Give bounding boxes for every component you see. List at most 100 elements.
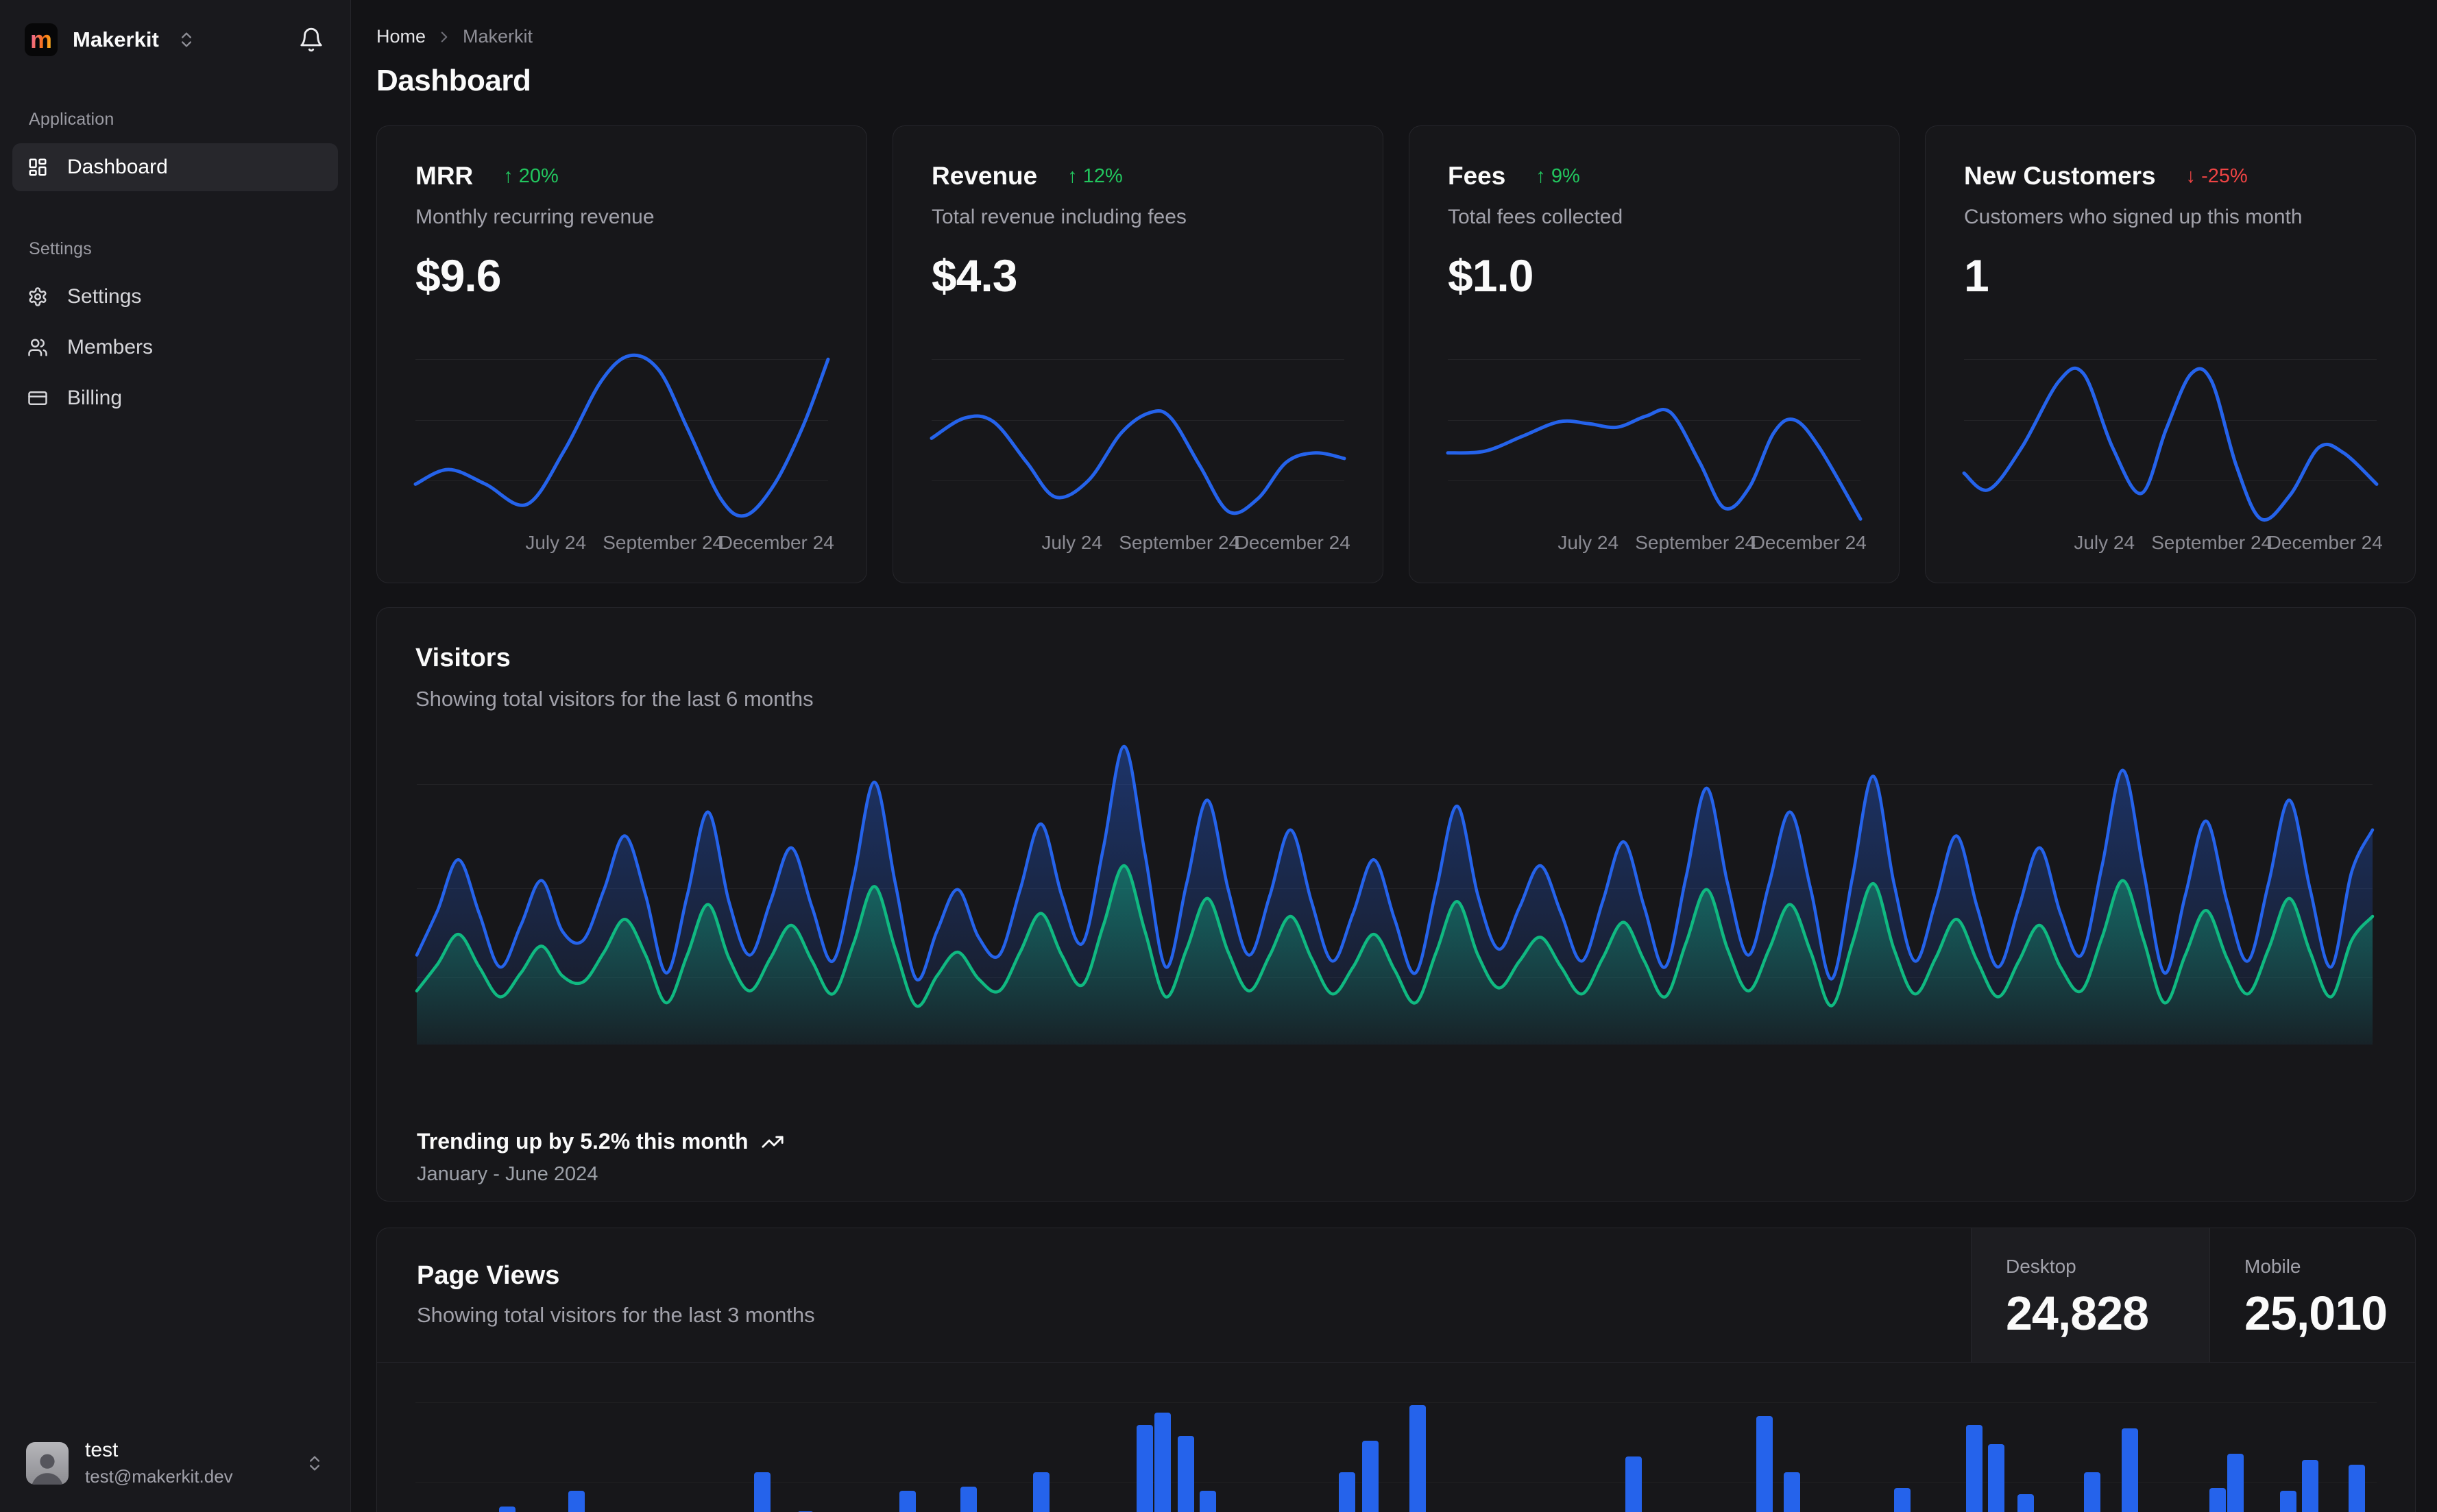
bar xyxy=(499,1507,516,1512)
bar xyxy=(1625,1456,1642,1512)
breadcrumb-current: Makerkit xyxy=(463,26,533,47)
bar xyxy=(1784,1472,1800,1512)
chevrons-up-down-icon[interactable] xyxy=(177,30,196,49)
bar xyxy=(2017,1494,2034,1512)
page-title: Dashboard xyxy=(376,64,531,97)
stat-card-new-customers: New Customers ↓ -25% Customers who signed… xyxy=(1925,125,2416,583)
visitors-area-chart xyxy=(415,738,2375,1045)
x-axis-ticks: July 24 September 24 December 24 xyxy=(1557,532,1867,553)
stat-title: Revenue xyxy=(932,162,1038,190)
stat-card-revenue: Revenue ↑ 12% Total revenue including fee… xyxy=(893,125,1383,583)
page-views-panel: Page Views Showing total visitors for th… xyxy=(376,1228,2416,1512)
toggle-label: Desktop xyxy=(2006,1256,2076,1277)
x-axis-ticks: July 24 September 24 December 24 xyxy=(1041,532,1350,553)
stat-value: 1 xyxy=(1964,250,1989,301)
arrow-up-icon: ↑ xyxy=(503,164,513,187)
stat-description: Monthly recurring revenue xyxy=(415,206,655,228)
toggle-label: Mobile xyxy=(2244,1256,2301,1277)
trend-badge: ↑ 20% xyxy=(503,164,559,187)
sidebar-item-label: Dashboard xyxy=(67,156,168,178)
trend-badge: ↑ 9% xyxy=(1536,164,1580,187)
sidebar-section-settings: Settings xyxy=(29,239,92,258)
sidebar-item-label: Settings xyxy=(67,285,142,308)
trend-badge: ↓ -25% xyxy=(2185,164,2248,187)
user-info: test test@makerkit.dev xyxy=(85,1439,233,1487)
bar xyxy=(2302,1460,2318,1512)
bar xyxy=(2280,1491,2296,1512)
sidebar-section-application: Application xyxy=(29,110,114,129)
sidebar-item-members[interactable]: Members xyxy=(12,324,338,371)
visitors-subtitle: Showing total visitors for the last 6 mo… xyxy=(415,687,814,711)
makerkit-logo: m xyxy=(25,23,58,56)
workspace-selector-row: m Makerkit xyxy=(0,0,350,56)
stat-sparkline xyxy=(1446,337,1863,521)
stat-description: Total revenue including fees xyxy=(932,206,1187,228)
bar xyxy=(2122,1428,2138,1512)
bar xyxy=(2349,1465,2365,1512)
bar xyxy=(1339,1472,1355,1512)
stat-sparkline xyxy=(930,337,1346,521)
bar xyxy=(1178,1436,1194,1512)
x-axis-ticks: July 24 September 24 December 24 xyxy=(2074,532,2383,553)
chevron-right-icon xyxy=(435,28,453,46)
sidebar-item-dashboard[interactable]: Dashboard xyxy=(12,143,338,191)
arrow-down-icon: ↓ xyxy=(2185,164,2196,187)
bar xyxy=(754,1472,771,1512)
page-views-series-toggles: Desktop 24,828 Mobile 25,010 xyxy=(1971,1228,2415,1362)
stat-title: MRR xyxy=(415,162,474,190)
bar xyxy=(2084,1472,2100,1512)
user-email: test@makerkit.dev xyxy=(85,1466,233,1487)
sidebar-item-billing[interactable]: Billing xyxy=(12,374,338,422)
visitors-period: January - June 2024 xyxy=(417,1163,598,1185)
bar xyxy=(899,1491,916,1512)
page-views-subtitle: Showing total visitors for the last 3 mo… xyxy=(417,1303,815,1327)
dashboard-app: m Makerkit Application Dashboard Setting… xyxy=(0,0,2437,1512)
bar xyxy=(1966,1425,1983,1512)
bar xyxy=(1362,1441,1379,1512)
x-axis-ticks: July 24 September 24 December 24 xyxy=(525,532,834,553)
bar xyxy=(1988,1444,2004,1512)
toggle-value: 24,828 xyxy=(2006,1287,2149,1340)
bar xyxy=(1033,1472,1050,1512)
toggle-mobile[interactable]: Mobile 25,010 xyxy=(2209,1228,2415,1362)
toggle-desktop[interactable]: Desktop 24,828 xyxy=(1971,1228,2209,1362)
stat-card-mrr: MRR ↑ 20% Monthly recurring revenue $9.6 … xyxy=(376,125,867,583)
bar xyxy=(960,1487,977,1512)
stat-card-fees: Fees ↑ 9% Total fees collected $1.0 July … xyxy=(1409,125,1900,583)
bar xyxy=(1409,1405,1426,1512)
stat-sparkline xyxy=(413,337,830,521)
bar xyxy=(568,1491,585,1512)
bar xyxy=(2209,1488,2226,1512)
sidebar-item-label: Members xyxy=(67,336,154,358)
stat-title: New Customers xyxy=(1964,162,2156,190)
main-content: Home Makerkit Dashboard MRR ↑ 20% Monthly… xyxy=(352,0,2437,1512)
chevrons-up-down-icon xyxy=(305,1454,324,1473)
sidebar: m Makerkit Application Dashboard Setting… xyxy=(0,0,351,1512)
layout-dashboard-icon xyxy=(27,157,48,178)
sidebar-item-settings[interactable]: Settings xyxy=(12,273,338,321)
bar xyxy=(1154,1413,1171,1512)
visitors-trend: Trending up by 5.2% this month xyxy=(417,1129,784,1154)
bar xyxy=(1894,1488,1911,1512)
user-menu-trigger[interactable]: test test@makerkit.dev xyxy=(16,1432,334,1494)
page-views-bar-chart xyxy=(415,1362,2377,1512)
workspace-name[interactable]: Makerkit xyxy=(73,27,159,52)
bar xyxy=(1200,1491,1216,1512)
bar xyxy=(1137,1425,1153,1512)
visitors-panel: Visitors Showing total visitors for the … xyxy=(376,607,2416,1202)
notifications-bell-icon[interactable] xyxy=(298,27,324,53)
breadcrumb-home-link[interactable]: Home xyxy=(376,26,426,47)
gear-icon xyxy=(27,286,48,307)
user-name: test xyxy=(85,1439,119,1461)
stat-cards-row: MRR ↑ 20% Monthly recurring revenue $9.6 … xyxy=(376,125,2416,583)
arrow-up-icon: ↑ xyxy=(1067,164,1078,187)
trending-up-icon xyxy=(761,1130,784,1154)
breadcrumb: Home Makerkit xyxy=(376,26,2416,47)
arrow-up-icon: ↑ xyxy=(1536,164,1546,187)
sidebar-nav-settings: Settings Members Billing xyxy=(0,259,350,422)
credit-card-icon xyxy=(27,388,48,409)
users-icon xyxy=(27,337,48,358)
stat-value: $4.3 xyxy=(932,250,1017,301)
stat-description: Total fees collected xyxy=(1448,206,1623,228)
toggle-value: 25,010 xyxy=(2244,1287,2388,1340)
